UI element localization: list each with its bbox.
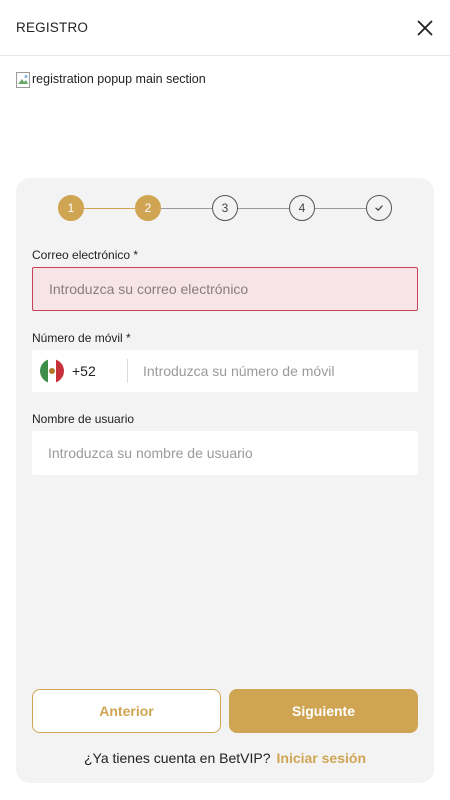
check-icon — [375, 205, 383, 211]
step-3: 3 — [212, 195, 238, 221]
step-connector — [238, 207, 289, 209]
step-2: 2 — [135, 195, 161, 221]
banner-alt-text: registration popup main section — [32, 72, 206, 86]
country-code: +52 — [72, 363, 96, 379]
login-prompt: ¿Ya tienes cuenta en BetVIP? Iniciar sesi… — [16, 750, 434, 766]
login-link[interactable]: Iniciar sesión — [277, 750, 366, 766]
mexico-flag-icon — [40, 359, 64, 383]
step-connector — [315, 207, 366, 209]
registration-card: 1 2 3 4 Correo electrónico * Introduzca … — [16, 178, 434, 783]
step-1: 1 — [58, 195, 84, 221]
username-label: Nombre de usuario — [32, 412, 135, 426]
page-title: REGISTRO — [16, 20, 89, 35]
username-placeholder: Introduzca su nombre de usuario — [48, 445, 253, 461]
registration-header: REGISTRO — [0, 0, 450, 56]
phone-label: Número de móvil * — [32, 331, 131, 345]
username-field[interactable]: Introduzca su nombre de usuario — [32, 431, 418, 475]
step-4: 4 — [289, 195, 315, 221]
broken-image-icon — [16, 72, 30, 88]
step-connector — [84, 207, 135, 209]
step-connector — [161, 207, 212, 209]
phone-placeholder: Introduzca su número de móvil — [143, 363, 335, 379]
email-placeholder: Introduzca su correo electrónico — [49, 281, 249, 297]
email-field[interactable]: Introduzca su correo electrónico — [32, 267, 418, 311]
close-icon[interactable] — [417, 20, 433, 36]
next-button[interactable]: Siguiente — [229, 689, 418, 733]
close-button[interactable] — [414, 17, 436, 39]
email-label: Correo electrónico * — [32, 248, 139, 262]
phone-field[interactable]: +52 Introduzca su número de móvil — [32, 350, 418, 392]
step-complete — [366, 195, 392, 221]
banner-image: registration popup main section — [16, 72, 206, 88]
previous-button[interactable]: Anterior — [32, 689, 221, 733]
progress-stepper: 1 2 3 4 — [58, 195, 392, 221]
country-code-selector[interactable]: +52 — [38, 359, 128, 383]
login-question: ¿Ya tienes cuenta en BetVIP? — [83, 750, 271, 766]
